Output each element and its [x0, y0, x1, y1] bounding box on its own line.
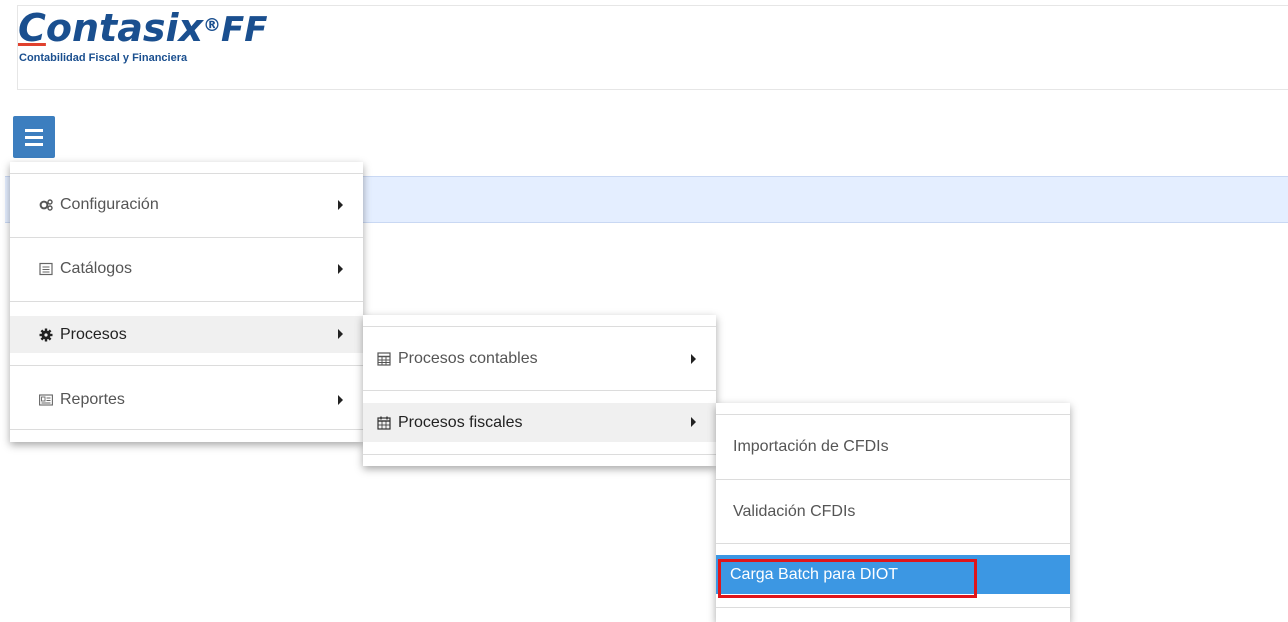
menu-item-catalogos[interactable]: Catálogos	[10, 238, 363, 300]
menu-item-procesos-contables[interactable]: Procesos contables	[363, 327, 716, 390]
menu-item-label: Reportes	[60, 391, 125, 408]
chevron-right-icon	[338, 395, 343, 405]
main-menu: Configuración Catálogos Procesos Reporte…	[10, 162, 363, 442]
menu-item-validacion-cfdis[interactable]: Validación CFDIs	[716, 480, 1070, 543]
menu-item-label: Configuración	[60, 196, 159, 213]
chevron-right-icon	[338, 329, 343, 339]
menu-item-procesos-fiscales[interactable]: Procesos fiscales	[363, 403, 716, 442]
chevron-right-icon	[691, 354, 696, 364]
logo-wordmark: Contasix®FF	[18, 6, 268, 50]
menu-toggle-button[interactable]	[13, 116, 55, 158]
gears-icon	[39, 198, 53, 212]
menu-item-importacion-cfdis[interactable]: Importación de CFDIs	[716, 415, 1070, 479]
highlight-annotation-box	[718, 559, 977, 598]
chevron-right-icon	[338, 264, 343, 274]
menu-item-label: Procesos	[60, 325, 127, 343]
procesos-submenu: Procesos contables Procesos fiscales	[363, 315, 716, 466]
menu-item-label: Procesos fiscales	[398, 413, 523, 431]
chevron-right-icon	[691, 417, 696, 427]
table-icon	[377, 351, 391, 366]
contasix-logo: Contasix®FF Contabilidad Fiscal y Financ…	[18, 6, 318, 76]
menu-item-label: Procesos contables	[398, 349, 538, 367]
logo-tagline: Contabilidad Fiscal y Financiera	[19, 52, 188, 64]
list-icon	[39, 262, 53, 276]
chevron-right-icon	[338, 200, 343, 210]
menu-item-configuracion[interactable]: Configuración	[10, 174, 363, 236]
hamburger-icon-bar	[25, 135, 43, 139]
gear-icon	[39, 328, 53, 342]
menu-item-label: Catálogos	[60, 260, 133, 277]
hamburger-icon-bar	[25, 142, 43, 146]
menu-item-label: Importación de CFDIs	[733, 438, 889, 455]
calendar-icon	[377, 416, 391, 430]
app-header: Contasix®FF Contabilidad Fiscal y Financ…	[17, 5, 1288, 90]
menu-item-reportes[interactable]: Reportes	[10, 369, 363, 431]
id-card-icon	[39, 393, 53, 407]
menu-item-label: Validación CFDIs	[733, 502, 856, 520]
menu-item-procesos[interactable]: Procesos	[10, 316, 363, 353]
hamburger-icon-bar	[25, 128, 43, 132]
